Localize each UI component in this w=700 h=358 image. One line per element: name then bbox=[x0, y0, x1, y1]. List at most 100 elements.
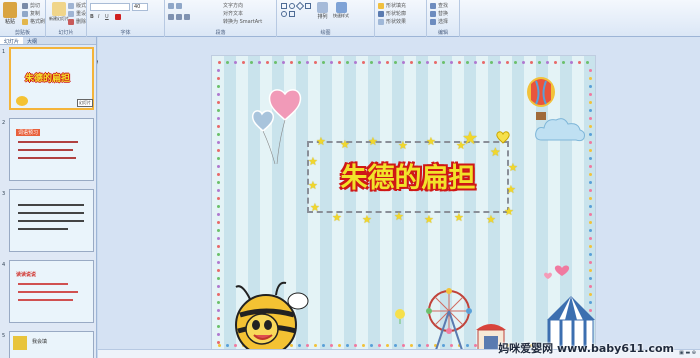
border-dot bbox=[217, 333, 220, 336]
slide-title[interactable]: 朱德的扁担 bbox=[307, 156, 509, 195]
tab-slides[interactable]: 幻灯片 bbox=[0, 37, 24, 45]
align-text-button[interactable]: 对齐文本 bbox=[223, 10, 243, 17]
border-dot bbox=[522, 61, 525, 64]
slide-thumb-2[interactable]: 词语预习 bbox=[9, 118, 94, 181]
copy-button[interactable]: 复制 bbox=[22, 10, 40, 17]
paragraph-label: 段落 bbox=[215, 30, 226, 36]
star-icon: ★ bbox=[308, 179, 318, 192]
star-icon: ★ bbox=[340, 138, 350, 151]
border-dot bbox=[217, 293, 220, 296]
border-dot bbox=[226, 61, 229, 64]
new-slide-button[interactable]: 新建幻灯片 bbox=[49, 2, 69, 22]
border-dot bbox=[586, 61, 589, 64]
quick-styles-button[interactable]: 快速样式 bbox=[333, 2, 349, 19]
border-dot bbox=[234, 61, 237, 64]
watermark-text: 妈咪爱婴网 www.baby611.com bbox=[498, 342, 674, 355]
thumb-number: 3 bbox=[2, 191, 6, 197]
star-icon: ★ bbox=[504, 205, 514, 218]
delete-slide-button[interactable]: 删除 bbox=[68, 18, 86, 25]
border-dot bbox=[306, 61, 309, 64]
thumb-number: 1 bbox=[2, 49, 6, 55]
border-dot bbox=[217, 277, 220, 280]
thumb-title: 朱德的扁担 bbox=[25, 74, 71, 84]
replace-button[interactable]: 替换 bbox=[430, 10, 448, 17]
border-dot bbox=[217, 301, 220, 304]
border-dot bbox=[217, 117, 220, 120]
border-dot bbox=[589, 173, 592, 176]
thumb-title: 读读说说 bbox=[16, 272, 37, 278]
border-dot bbox=[378, 61, 381, 64]
circle-shape-icon[interactable] bbox=[281, 11, 287, 17]
font-size-select[interactable]: 40 bbox=[132, 3, 148, 11]
cloud-icon bbox=[535, 118, 585, 142]
border-dot bbox=[589, 253, 592, 256]
bullets-button[interactable] bbox=[168, 3, 182, 9]
border-dot bbox=[362, 61, 365, 64]
diamond-shape-icon[interactable] bbox=[295, 1, 305, 11]
slide-thumb-4[interactable]: 读读说说 bbox=[9, 260, 94, 323]
border-dot bbox=[217, 261, 220, 264]
paste-button[interactable]: 粘贴 bbox=[3, 2, 17, 25]
border-dot bbox=[589, 165, 592, 168]
shape-outline-button[interactable]: 形状轮廓 bbox=[378, 10, 406, 17]
line-shape-icon[interactable] bbox=[289, 11, 295, 17]
align-buttons[interactable] bbox=[168, 14, 190, 20]
rectangle-shape-icon[interactable] bbox=[281, 3, 287, 9]
editing-group: 查找 替换 选择 编辑 bbox=[427, 0, 460, 37]
border-dot bbox=[589, 285, 592, 288]
format-painter-button[interactable]: 格式刷 bbox=[22, 18, 45, 25]
big-star-icon: ★ bbox=[462, 128, 479, 149]
font-color-button[interactable] bbox=[115, 14, 121, 20]
bold-button[interactable]: B bbox=[90, 14, 94, 20]
font-name-select[interactable] bbox=[90, 3, 130, 11]
align-center-icon bbox=[176, 14, 182, 20]
border-dot bbox=[362, 344, 365, 347]
arrow-shape-icon[interactable] bbox=[305, 3, 311, 9]
shape-effects-button[interactable]: 形状效果 bbox=[378, 18, 406, 25]
layout-button[interactable]: 版式 bbox=[68, 2, 86, 9]
border-dot bbox=[538, 61, 541, 64]
underline-button[interactable]: U bbox=[105, 14, 109, 20]
text-direction-button[interactable]: 文字方向 bbox=[223, 2, 243, 9]
arrange-button[interactable]: 排列 bbox=[317, 2, 328, 20]
border-dot bbox=[418, 344, 421, 347]
border-dot bbox=[217, 69, 220, 72]
quick-styles-icon bbox=[335, 2, 347, 13]
reset-button[interactable]: 重设 bbox=[68, 10, 86, 17]
border-dot bbox=[474, 61, 477, 64]
slide-thumbnail-pane: 幻灯片 大纲 1 朱德的扁担 幻灯片 2 词语预习 3 4 读读说说 5 我会填 bbox=[0, 37, 97, 358]
star-icon: ★ bbox=[486, 213, 496, 226]
slides-label: 幻灯片 bbox=[58, 30, 74, 36]
border-dot bbox=[217, 109, 220, 112]
slide-thumb-5[interactable]: 我会填 bbox=[9, 331, 94, 358]
align-right-icon bbox=[184, 14, 190, 20]
zoom-controls[interactable]: ▣ ▬ ⊕ bbox=[679, 350, 696, 356]
italic-button[interactable]: I bbox=[98, 14, 99, 20]
thumb-number: 4 bbox=[2, 262, 6, 268]
cut-button[interactable]: 剪切 bbox=[22, 2, 40, 9]
slide-thumb-1[interactable]: 朱德的扁担 幻灯片 bbox=[9, 47, 94, 110]
border-dot bbox=[418, 61, 421, 64]
paste-icon bbox=[3, 2, 17, 18]
paragraph-group: 文字方向 对齐文本 转换为 SmartArt 段落 bbox=[165, 0, 277, 37]
current-slide[interactable]: 朱德的扁担 ★ ★ ★ ★ ★ ★ ★ ★ ★ ★ ★ ★ ★ ★ ★ ★ ★ ★ ★ ★ bbox=[211, 55, 596, 351]
text-line bbox=[18, 228, 68, 230]
find-button[interactable]: 查找 bbox=[430, 2, 448, 9]
border-dot bbox=[394, 61, 397, 64]
border-dot bbox=[217, 269, 220, 272]
smartart-button[interactable]: 转换为 SmartArt bbox=[223, 18, 262, 25]
select-button[interactable]: 选择 bbox=[430, 18, 448, 25]
border-dot bbox=[217, 341, 220, 344]
font-color-icon bbox=[115, 14, 121, 20]
slide-thumb-3[interactable] bbox=[9, 189, 94, 252]
thumb-title: 词语预习 bbox=[16, 129, 41, 136]
border-dot bbox=[554, 61, 557, 64]
tab-outline[interactable]: 大纲 bbox=[23, 37, 41, 45]
text-line bbox=[18, 157, 76, 159]
shape-fill-button[interactable]: 形状填充 bbox=[378, 2, 406, 9]
border-dot bbox=[217, 157, 220, 160]
border-dot bbox=[546, 61, 549, 64]
ribbon: 粘贴 剪切 复制 格式刷 剪贴板 新建幻灯片 版式 重设 删除 幻灯片 40 B… bbox=[0, 0, 700, 37]
border-dot bbox=[217, 245, 220, 248]
oval-shape-icon[interactable] bbox=[289, 3, 295, 9]
